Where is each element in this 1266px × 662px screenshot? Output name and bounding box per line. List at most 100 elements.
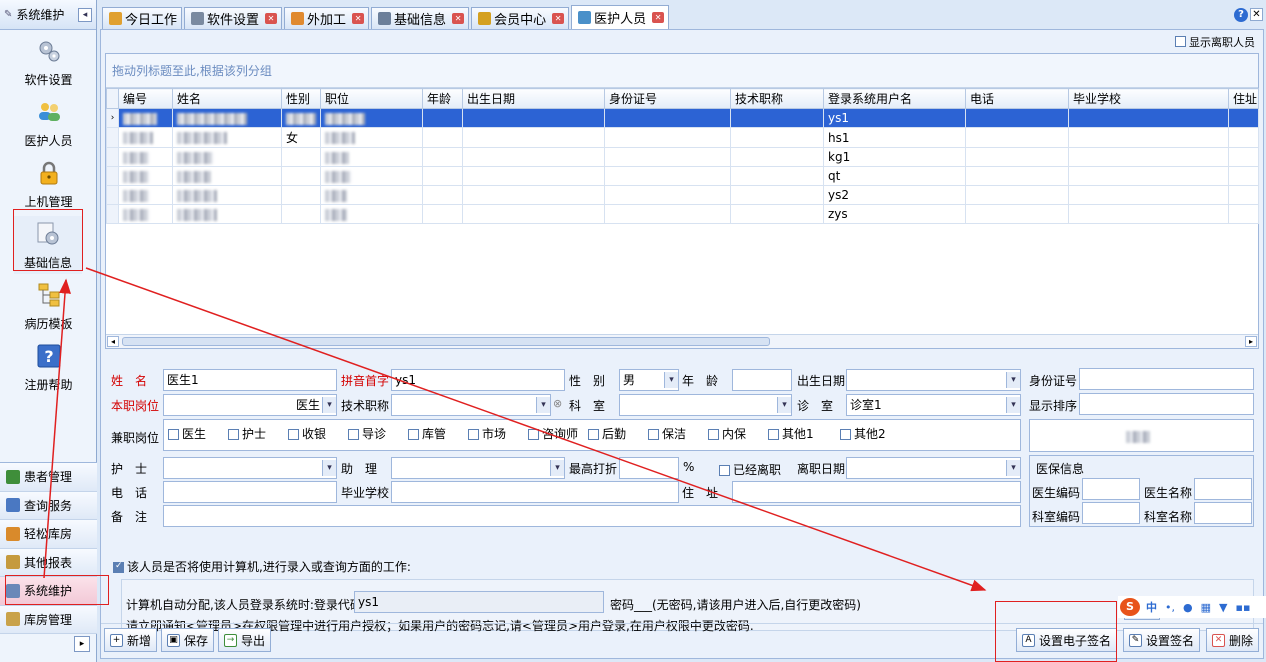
column-header[interactable]: 年龄 [422, 88, 463, 109]
column-header[interactable]: 出生日期 [462, 88, 605, 109]
show-resigned-checkbox[interactable] [1175, 36, 1186, 47]
parttime-option[interactable]: 库管 [408, 425, 446, 442]
close-icon[interactable]: ✕ [552, 13, 565, 24]
column-header[interactable]: 姓名 [172, 88, 282, 109]
tab-medical-staff[interactable]: 医护人员 ✕ [571, 5, 670, 29]
sidebar-tool-software-settings[interactable]: 软件设置 [0, 33, 97, 91]
idcard-input[interactable] [1079, 368, 1254, 390]
doctor-code-input[interactable] [1082, 478, 1140, 500]
pinyin-input[interactable]: ys1 [391, 369, 565, 391]
help-icon[interactable]: ? [1234, 8, 1248, 22]
checkbox[interactable] [719, 465, 730, 476]
column-header[interactable]: 毕业学校 [1068, 88, 1229, 109]
sidebar-tool-machine-management[interactable]: 上机管理 [0, 155, 97, 213]
punctuation-icon[interactable]: •, [1165, 601, 1175, 614]
table-row[interactable]: kg1 [106, 147, 1259, 167]
resign-date-picker[interactable] [846, 457, 1021, 479]
expand-modules-button[interactable]: ▸ [74, 636, 90, 652]
assistant-select[interactable] [391, 457, 565, 479]
collapse-sidebar-button[interactable]: ◂ [78, 7, 92, 22]
parttime-option[interactable]: 保洁 [648, 425, 686, 442]
dept-select[interactable] [619, 394, 792, 416]
remark-input[interactable] [163, 505, 1021, 527]
parttime-option[interactable]: 收银 [288, 425, 326, 442]
tab-outsourcing[interactable]: 外加工 ✕ [284, 7, 370, 29]
parttime-option[interactable]: 咨询师 [528, 425, 578, 442]
ime-language-indicator[interactable]: 中 [1146, 599, 1157, 615]
post-select[interactable]: 医生 [163, 394, 337, 416]
checkbox[interactable] [288, 429, 299, 440]
column-header[interactable]: 登录系统用户名 [823, 88, 966, 109]
tab-basic-info[interactable]: 基础信息 ✕ [371, 7, 470, 29]
close-icon[interactable]: ✕ [452, 13, 465, 24]
discount-input[interactable] [619, 457, 679, 479]
column-header[interactable]: 技术职称 [730, 88, 824, 109]
skin-icon[interactable]: ▼ [1219, 601, 1227, 614]
address-input[interactable] [732, 481, 1021, 503]
table-row[interactable]: qt [106, 166, 1259, 186]
sidebar-tool-register-help[interactable]: ? 注册帮助 [0, 338, 97, 396]
column-header[interactable]: 身份证号 [604, 88, 731, 109]
column-header[interactable]: 住址 [1228, 88, 1259, 109]
microphone-icon[interactable]: ● [1183, 601, 1193, 614]
tab-today-work[interactable]: 今日工作 [102, 7, 183, 29]
column-header[interactable]: 职位 [320, 88, 423, 109]
checkbox[interactable] [228, 429, 239, 440]
close-icon[interactable]: ✕ [352, 13, 365, 24]
column-header[interactable]: 编号 [118, 88, 173, 109]
parttime-option[interactable]: 其他1 [768, 425, 814, 442]
checkbox[interactable] [648, 429, 659, 440]
dept-code-input[interactable] [1082, 502, 1140, 524]
module-other-reports[interactable]: 其他报表 [0, 548, 97, 577]
parttime-option[interactable]: 后勤 [588, 425, 626, 442]
sidebar-tool-medical-staff[interactable]: 医护人员 [0, 94, 97, 152]
nurse-select[interactable] [163, 457, 337, 479]
parttime-option[interactable]: 市场 [468, 425, 506, 442]
export-button[interactable]: → 导出 [218, 628, 272, 652]
ime-toolbar[interactable]: S 中 •, ● ▦ ▼ ▪▪ [1118, 596, 1266, 618]
set-esignature-button[interactable]: A 设置电子签名 [1016, 628, 1118, 652]
scroll-right-arrow-icon[interactable]: ▸ [1245, 336, 1257, 347]
use-computer-checkbox[interactable]: 该人员是否将使用计算机,进行录入或查询方面的工作: [113, 558, 411, 575]
phone-input[interactable] [163, 481, 337, 503]
checkbox[interactable] [768, 429, 779, 440]
keyboard-icon[interactable]: ▦ [1201, 601, 1211, 614]
tab-member-center[interactable]: 会员中心 ✕ [471, 7, 570, 29]
parttime-option[interactable]: 医生 [168, 425, 206, 442]
checkbox[interactable] [588, 429, 599, 440]
scroll-left-arrow-icon[interactable]: ◂ [107, 336, 119, 347]
checkbox[interactable] [468, 429, 479, 440]
scrollbar-thumb[interactable] [122, 337, 770, 346]
gender-select[interactable]: 男 [619, 369, 679, 391]
photo-box[interactable] [1029, 419, 1254, 452]
checkbox[interactable] [708, 429, 719, 440]
sidebar-tool-basic-info[interactable]: 基础信息 [14, 216, 82, 274]
save-button[interactable]: ▣ 保存 [161, 628, 215, 652]
clinic-select[interactable]: 诊室1 [846, 394, 1021, 416]
menu-grid-icon[interactable]: ▪▪ [1235, 601, 1250, 614]
name-input[interactable]: 医生1 [163, 369, 337, 391]
module-query-service[interactable]: 查询服务 [0, 491, 97, 520]
checkbox[interactable] [168, 429, 179, 440]
title-select[interactable] [391, 394, 551, 416]
tab-software-settings[interactable]: 软件设置 ✕ [184, 7, 283, 29]
doctor-name-input[interactable] [1194, 478, 1252, 500]
parttime-option[interactable]: 其他2 [840, 425, 886, 442]
delete-button[interactable]: ✕ 删除 [1206, 628, 1260, 652]
parttime-option[interactable]: 内保 [708, 425, 746, 442]
clear-icon[interactable]: ⊗ [553, 397, 562, 410]
module-storage-management[interactable]: 库房管理 [0, 605, 97, 634]
parttime-option[interactable]: 导诊 [348, 425, 386, 442]
parttime-option[interactable]: 护士 [228, 425, 266, 442]
add-button[interactable]: + 新增 [104, 628, 158, 652]
module-easy-warehouse[interactable]: 轻松库房 [0, 520, 97, 549]
table-row[interactable]: zys [106, 204, 1259, 224]
checkbox[interactable] [113, 561, 124, 573]
birth-date-picker[interactable] [846, 369, 1021, 391]
close-icon[interactable]: ✕ [265, 13, 278, 24]
close-icon[interactable]: ✕ [652, 12, 665, 23]
column-header[interactable]: 电话 [965, 88, 1069, 109]
age-input[interactable] [732, 369, 792, 391]
checkbox[interactable] [348, 429, 359, 440]
school-input[interactable] [391, 481, 679, 503]
